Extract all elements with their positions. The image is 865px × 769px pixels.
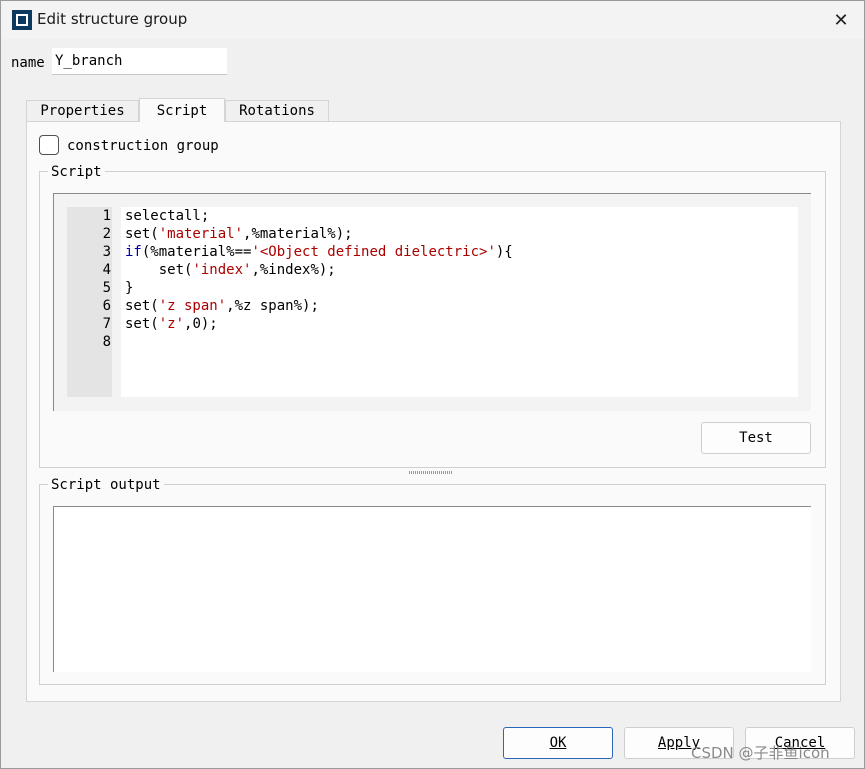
tab-rotations[interactable]: Rotations <box>225 100 329 121</box>
code-line: } <box>125 280 134 296</box>
line-number: 5 <box>102 280 111 296</box>
script-output-title: Script output <box>48 477 164 493</box>
tab-script-label: Script <box>156 103 208 119</box>
line-number: 3 <box>102 244 111 260</box>
code-line: set('index',%index%); <box>125 262 336 278</box>
test-button-label: Test <box>739 430 773 446</box>
test-button[interactable]: Test <box>701 422 811 454</box>
line-number: 8 <box>102 334 111 350</box>
app-icon <box>12 10 32 30</box>
close-button[interactable]: ✕ <box>818 1 864 39</box>
construction-group-label[interactable]: construction group <box>67 138 219 154</box>
tab-script[interactable]: Script <box>139 98 225 122</box>
script-output-area[interactable] <box>53 506 811 672</box>
tab-properties[interactable]: Properties <box>26 100 139 121</box>
script-group-title: Script <box>48 164 105 180</box>
code-line: set('material',%material%); <box>125 226 353 242</box>
code-line: if(%material%=='<Object defined dielectr… <box>125 244 513 260</box>
line-number: 6 <box>102 298 111 314</box>
window-title: Edit structure group <box>37 10 188 28</box>
splitter-handle[interactable] <box>409 471 453 474</box>
line-number: 2 <box>102 226 111 242</box>
ok-button-label: OK <box>549 735 567 751</box>
script-code-editor[interactable]: selectall; set('material',%material%); i… <box>121 207 798 397</box>
line-number: 4 <box>102 262 111 278</box>
code-line: set('z',0); <box>125 316 218 332</box>
code-line: set('z span',%z span%); <box>125 298 319 314</box>
title-bar: Edit structure group ✕ <box>1 1 864 39</box>
code-line: selectall; <box>125 208 210 224</box>
line-number: 1 <box>102 208 111 224</box>
tab-rotations-label: Rotations <box>239 103 315 119</box>
watermark-text: CSDN @子非鱼icon <box>691 744 830 762</box>
tab-properties-label: Properties <box>40 103 125 119</box>
close-icon: ✕ <box>833 9 849 31</box>
edit-structure-group-dialog: Edit structure group ✕ name Properties S… <box>0 0 865 769</box>
construction-group-checkbox[interactable] <box>39 135 59 155</box>
name-label: name <box>11 55 45 71</box>
ok-button[interactable]: OK <box>503 727 613 759</box>
name-input[interactable] <box>52 48 227 75</box>
line-number-gutter: 1 2 3 4 5 6 7 8 <box>67 207 112 397</box>
line-number: 7 <box>102 316 111 332</box>
